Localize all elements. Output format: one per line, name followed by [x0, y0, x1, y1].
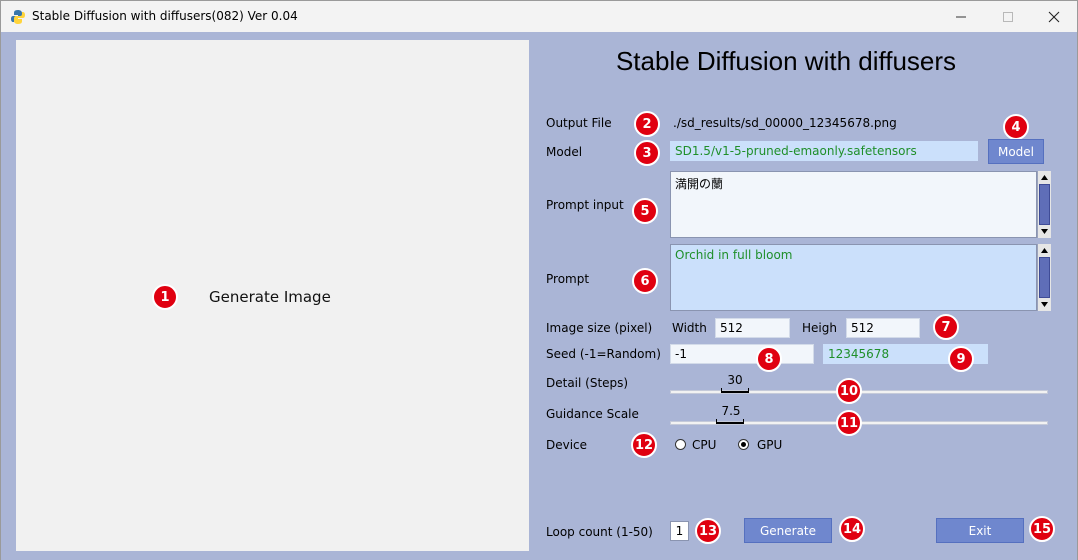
- output-file-label: Output File: [546, 116, 612, 130]
- guidance-label: Guidance Scale: [546, 407, 639, 421]
- generated-image-panel: 1 Generate Image: [16, 40, 529, 551]
- device-cpu-label[interactable]: CPU: [692, 438, 716, 452]
- image-size-label: Image size (pixel): [546, 321, 653, 335]
- device-cpu-radio[interactable]: [675, 439, 686, 450]
- prompt-textarea[interactable]: Orchid in full bloom: [670, 244, 1037, 311]
- model-path-field[interactable]: SD1.5/v1-5-pruned-emaonly.safetensors: [670, 141, 978, 161]
- maximize-icon: [1003, 11, 1013, 22]
- width-input[interactable]: 512: [715, 318, 790, 338]
- generate-image-placeholder: Generate Image: [209, 288, 331, 306]
- minimize-icon: [956, 16, 966, 17]
- main-content: 1 Generate Image Stable Diffusion with d…: [1, 32, 1077, 560]
- callout-badge-12: 12: [631, 432, 657, 458]
- callout-badge-9: 9: [948, 346, 974, 372]
- steps-slider-thumb[interactable]: [721, 388, 749, 393]
- loop-count-input[interactable]: 1: [670, 521, 689, 541]
- scroll-up-icon[interactable]: [1038, 244, 1051, 257]
- callout-badge-3: 3: [634, 140, 660, 166]
- minimize-button[interactable]: [938, 1, 984, 32]
- callout-badge-7: 7: [933, 314, 959, 340]
- prompt-input-scrollbar[interactable]: [1037, 171, 1051, 238]
- device-gpu-label[interactable]: GPU: [757, 438, 782, 452]
- callout-badge-2: 2: [634, 111, 660, 137]
- prompt-label: Prompt: [546, 272, 590, 286]
- output-file-value: ./sd_results/sd_00000_12345678.png: [673, 116, 897, 130]
- callout-badge-6: 6: [632, 268, 658, 294]
- scrollbar-thumb[interactable]: [1039, 184, 1050, 225]
- callout-badge-8: 8: [756, 346, 782, 372]
- exit-button[interactable]: Exit: [936, 518, 1024, 543]
- callout-badge-4: 4: [1003, 114, 1029, 140]
- guidance-value: 7.5: [721, 404, 741, 418]
- device-label: Device: [546, 438, 588, 452]
- model-label: Model: [546, 145, 583, 159]
- width-label: Width: [672, 321, 707, 335]
- scrollbar-thumb[interactable]: [1039, 257, 1050, 298]
- height-label: Heigh: [802, 321, 837, 335]
- python-app-icon: [11, 10, 25, 24]
- device-gpu-radio[interactable]: [738, 439, 749, 450]
- generate-button[interactable]: Generate: [744, 518, 832, 543]
- callout-badge-5: 5: [632, 198, 658, 224]
- close-button[interactable]: [1031, 1, 1077, 32]
- prompt-input-label: Prompt input: [546, 198, 624, 212]
- callout-badge-13: 13: [695, 518, 721, 544]
- app-window: Stable Diffusion with diffusers(082) Ver…: [0, 0, 1078, 560]
- scroll-down-icon[interactable]: [1038, 225, 1051, 238]
- callout-badge-11: 11: [836, 410, 862, 436]
- window-title: Stable Diffusion with diffusers(082) Ver…: [32, 9, 298, 23]
- prompt-input-textarea[interactable]: 満開の蘭: [670, 171, 1037, 238]
- guidance-slider-thumb[interactable]: [716, 419, 744, 424]
- callout-badge-1: 1: [152, 284, 178, 310]
- steps-label: Detail (Steps): [546, 376, 629, 390]
- callout-badge-10: 10: [836, 378, 862, 404]
- scroll-up-icon[interactable]: [1038, 171, 1051, 184]
- seed-label: Seed (-1=Random): [546, 347, 661, 361]
- page-title: Stable Diffusion with diffusers: [615, 46, 957, 76]
- prompt-scrollbar[interactable]: [1037, 244, 1051, 311]
- steps-value: 30: [727, 373, 743, 387]
- callout-badge-15: 15: [1029, 516, 1055, 542]
- loop-count-label: Loop count (1-50): [546, 525, 653, 539]
- height-input[interactable]: 512: [846, 318, 920, 338]
- maximize-button[interactable]: [985, 1, 1031, 32]
- scroll-down-icon[interactable]: [1038, 298, 1051, 311]
- seed-input[interactable]: -1: [670, 344, 814, 364]
- callout-badge-14: 14: [839, 516, 865, 542]
- title-bar[interactable]: Stable Diffusion with diffusers(082) Ver…: [1, 1, 1077, 32]
- close-icon: [1048, 11, 1060, 22]
- model-button[interactable]: Model: [988, 139, 1044, 164]
